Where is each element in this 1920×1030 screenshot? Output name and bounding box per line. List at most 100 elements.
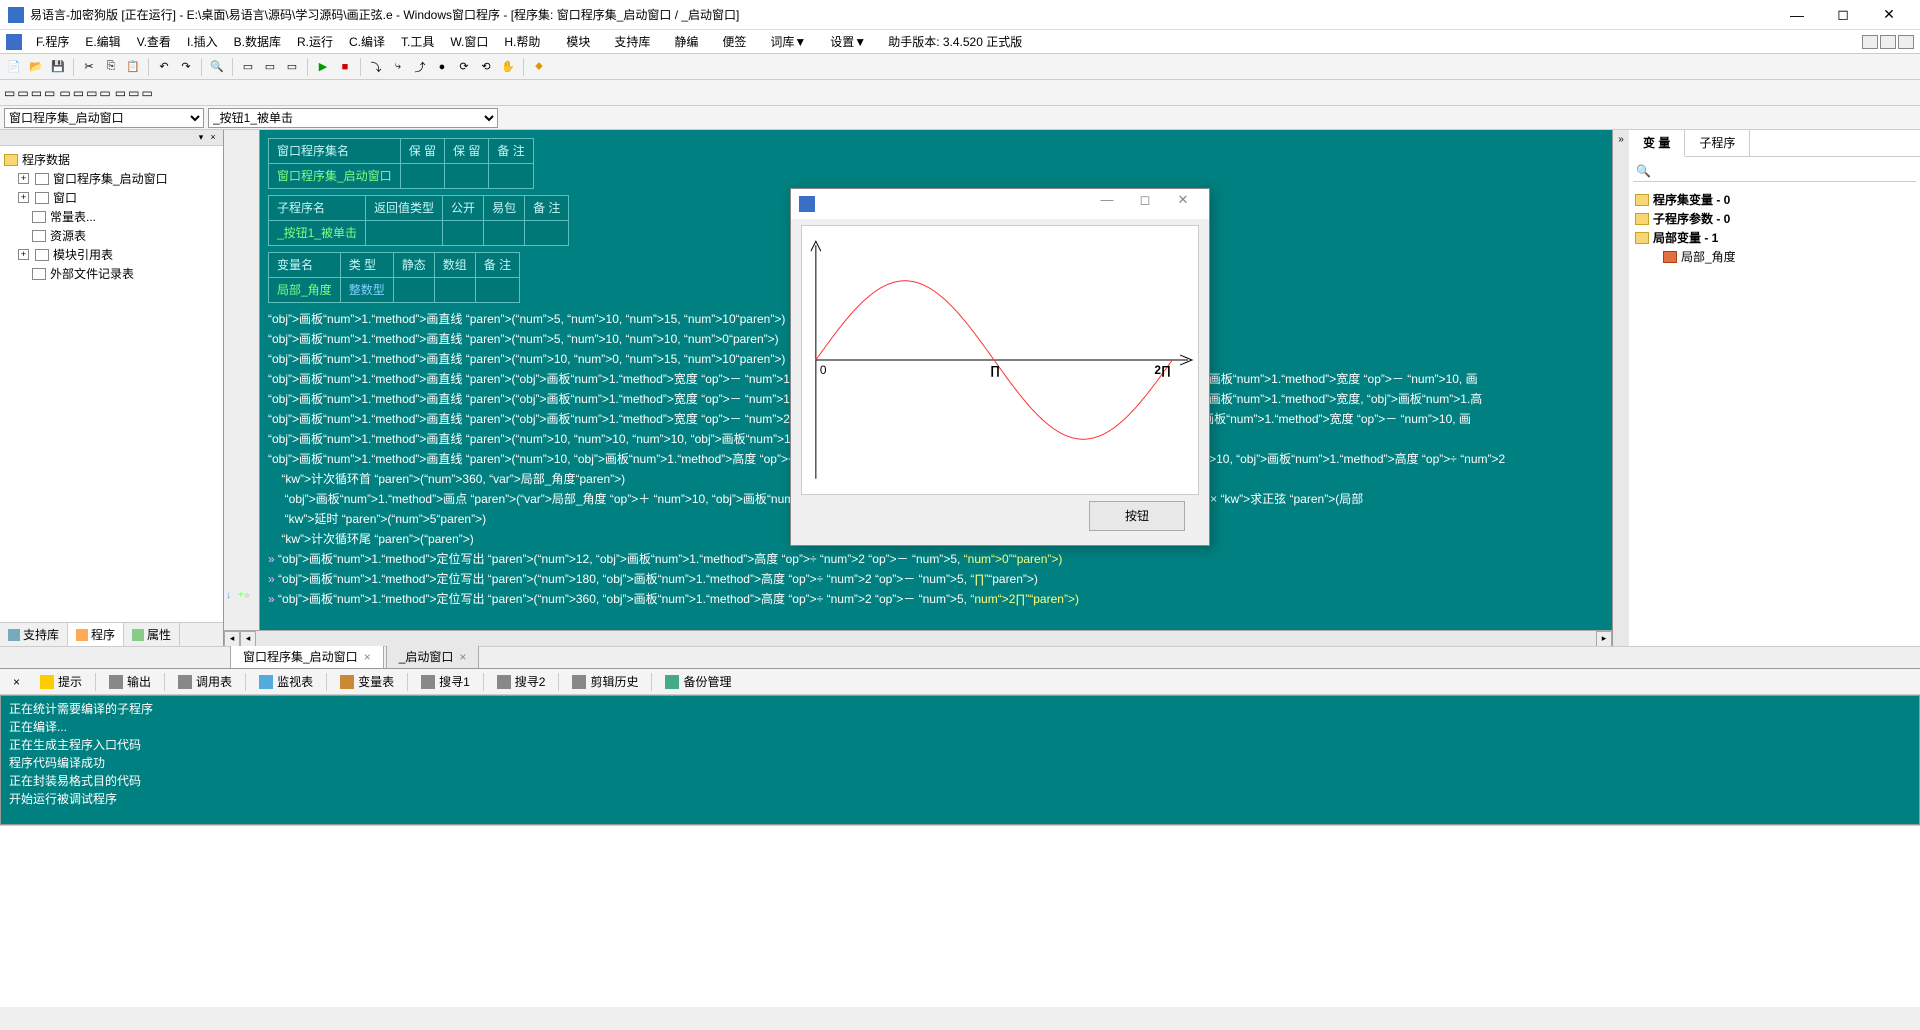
- menu-view[interactable]: V.查看: [129, 31, 179, 52]
- menu-notes[interactable]: 便签: [714, 31, 754, 52]
- menu-database[interactable]: B.数据库: [226, 31, 289, 52]
- tb2-icon-10[interactable]: ▭: [128, 86, 139, 100]
- editor-tab[interactable]: 窗口程序集_启动窗口×: [230, 644, 384, 668]
- menu-settings[interactable]: 设置▼: [822, 31, 874, 52]
- minimize-button[interactable]: ―: [1774, 0, 1820, 30]
- maximize-button[interactable]: ◻: [1820, 0, 1866, 30]
- tab-properties[interactable]: 属性: [124, 623, 180, 646]
- undo-icon[interactable]: ↶: [154, 57, 174, 77]
- variable-tree[interactable]: 程序集变量 - 0 子程序参数 - 0 局部变量 - 1 局部_角度: [1629, 186, 1920, 646]
- expand-icon[interactable]: +: [18, 173, 29, 184]
- tab-search2[interactable]: 搜寻2: [488, 669, 555, 694]
- tab-output[interactable]: 输出: [100, 669, 160, 694]
- output-console[interactable]: 正在统计需要编译的子程序 正在编译... 正在生成主程序入口代码 程序代码编译成…: [0, 695, 1920, 825]
- project-tree[interactable]: 程序数据 +窗口程序集_启动窗口 +窗口 常量表... 资源表 +模块引用表 外…: [0, 146, 223, 622]
- tab-close-icon[interactable]: ×: [364, 650, 371, 664]
- save-icon[interactable]: 💾: [48, 57, 68, 77]
- info-icon[interactable]: ⬥: [529, 57, 549, 77]
- menu-compile[interactable]: C.编译: [341, 31, 393, 52]
- var-item[interactable]: 局部_角度: [1635, 247, 1914, 266]
- step-into-icon[interactable]: ⤷: [388, 57, 408, 77]
- left-panel-pin-icon[interactable]: ▾: [195, 132, 207, 144]
- mdi-minimize-icon[interactable]: [1862, 35, 1878, 49]
- step-out-icon[interactable]: ⤴: [410, 57, 430, 77]
- tab-program[interactable]: 程序: [68, 623, 124, 646]
- menu-window[interactable]: W.窗口: [442, 31, 496, 52]
- menu-module[interactable]: 模块: [558, 31, 598, 52]
- tree-item[interactable]: +模块引用表: [4, 245, 219, 264]
- layout1-icon[interactable]: ▭: [238, 57, 258, 77]
- menu-help[interactable]: H.帮助: [496, 31, 548, 52]
- tab-close-icon[interactable]: ×: [459, 650, 466, 664]
- code-line[interactable]: » “obj”>画板“num”>1.“method”>定位写出 “paren”>…: [268, 589, 1604, 609]
- tb2-icon-6[interactable]: ▭: [73, 86, 84, 100]
- tree-root[interactable]: 程序数据: [4, 150, 219, 169]
- open-file-icon[interactable]: 📂: [26, 57, 46, 77]
- scroll-right-icon[interactable]: ▸: [1596, 631, 1612, 646]
- layout3-icon[interactable]: ▭: [282, 57, 302, 77]
- menu-static-compile[interactable]: 静编: [666, 31, 706, 52]
- variable-search-input[interactable]: [1633, 161, 1916, 182]
- debug2-icon[interactable]: ⟲: [476, 57, 496, 77]
- scroll-track[interactable]: [256, 631, 1596, 646]
- menu-tools[interactable]: T.工具: [393, 31, 442, 52]
- menu-edit[interactable]: E.编辑: [77, 31, 128, 52]
- run-icon[interactable]: ▶: [313, 57, 333, 77]
- breakpoint-icon[interactable]: ●: [432, 57, 452, 77]
- menu-support-lib[interactable]: 支持库: [606, 31, 658, 52]
- tree-item[interactable]: 常量表...: [4, 207, 219, 226]
- debug1-icon[interactable]: ⟳: [454, 57, 474, 77]
- tb2-icon-7[interactable]: ▭: [86, 86, 97, 100]
- scroll-left-icon[interactable]: ◂: [224, 631, 240, 646]
- paste-icon[interactable]: 📋: [123, 57, 143, 77]
- menu-dictionary[interactable]: 词库▼: [762, 31, 814, 52]
- run-draw-button[interactable]: 按钮: [1089, 501, 1185, 531]
- tree-item[interactable]: 外部文件记录表: [4, 264, 219, 283]
- scroll-left2-icon[interactable]: ◂: [240, 631, 256, 646]
- menu-insert[interactable]: I.插入: [179, 31, 226, 52]
- menu-program[interactable]: F.程序: [28, 31, 77, 52]
- tab-support-lib[interactable]: 支持库: [0, 623, 68, 646]
- close-button[interactable]: ✕: [1866, 0, 1912, 30]
- child-minimize-button[interactable]: ―: [1089, 192, 1125, 216]
- tb2-icon-2[interactable]: ▭: [17, 86, 28, 100]
- tab-calltable[interactable]: 调用表: [169, 669, 241, 694]
- tb2-icon-8[interactable]: ▭: [99, 86, 110, 100]
- tb2-icon-1[interactable]: ▭: [4, 86, 15, 100]
- horizontal-scrollbar[interactable]: ◂ ◂ ▸: [224, 630, 1612, 646]
- var-group[interactable]: 局部变量 - 1: [1635, 228, 1914, 247]
- child-maximize-button[interactable]: ◻: [1127, 192, 1163, 216]
- new-file-icon[interactable]: 📄: [4, 57, 24, 77]
- tb2-icon-9[interactable]: ▭: [115, 86, 126, 100]
- tree-item[interactable]: +窗口: [4, 188, 219, 207]
- tb2-icon-11[interactable]: ▭: [141, 86, 152, 100]
- tab-watch[interactable]: 监视表: [250, 669, 322, 694]
- bottom-tab-close-icon[interactable]: ×: [4, 671, 29, 693]
- stop-icon[interactable]: ■: [335, 57, 355, 77]
- tab-vartable[interactable]: 变量表: [331, 669, 403, 694]
- right-panel-collapse-icon[interactable]: »: [1613, 130, 1629, 646]
- redo-icon[interactable]: ↷: [176, 57, 196, 77]
- left-panel-close-icon[interactable]: ×: [207, 132, 219, 144]
- step-over-icon[interactable]: ⤵: [366, 57, 386, 77]
- mdi-restore-icon[interactable]: [1880, 35, 1896, 49]
- var-group[interactable]: 子程序参数 - 0: [1635, 209, 1914, 228]
- tree-item[interactable]: 资源表: [4, 226, 219, 245]
- tab-variables[interactable]: 变 量: [1629, 130, 1685, 157]
- child-close-button[interactable]: ✕: [1165, 192, 1201, 216]
- cut-icon[interactable]: ✂: [79, 57, 99, 77]
- find-icon[interactable]: 🔍: [207, 57, 227, 77]
- tb2-icon-3[interactable]: ▭: [31, 86, 42, 100]
- tb2-icon-5[interactable]: ▭: [59, 86, 70, 100]
- menu-run[interactable]: R.运行: [289, 31, 341, 52]
- combo-assembly[interactable]: 窗口程序集_启动窗口: [4, 108, 204, 128]
- child-titlebar[interactable]: ― ◻ ✕: [791, 189, 1209, 219]
- tab-clipboard[interactable]: 剪辑历史: [563, 669, 647, 694]
- editor-tab[interactable]: _启动窗口×: [386, 644, 480, 668]
- combo-subroutine[interactable]: _按钮1_被单击: [208, 108, 498, 128]
- tab-subroutines[interactable]: 子程序: [1685, 130, 1750, 156]
- gutter-breakpoint-icon[interactable]: ↓: [226, 590, 231, 601]
- tab-hints[interactable]: 提示: [31, 669, 91, 694]
- tree-item[interactable]: +窗口程序集_启动窗口: [4, 169, 219, 188]
- copy-icon[interactable]: ⎘: [101, 57, 121, 77]
